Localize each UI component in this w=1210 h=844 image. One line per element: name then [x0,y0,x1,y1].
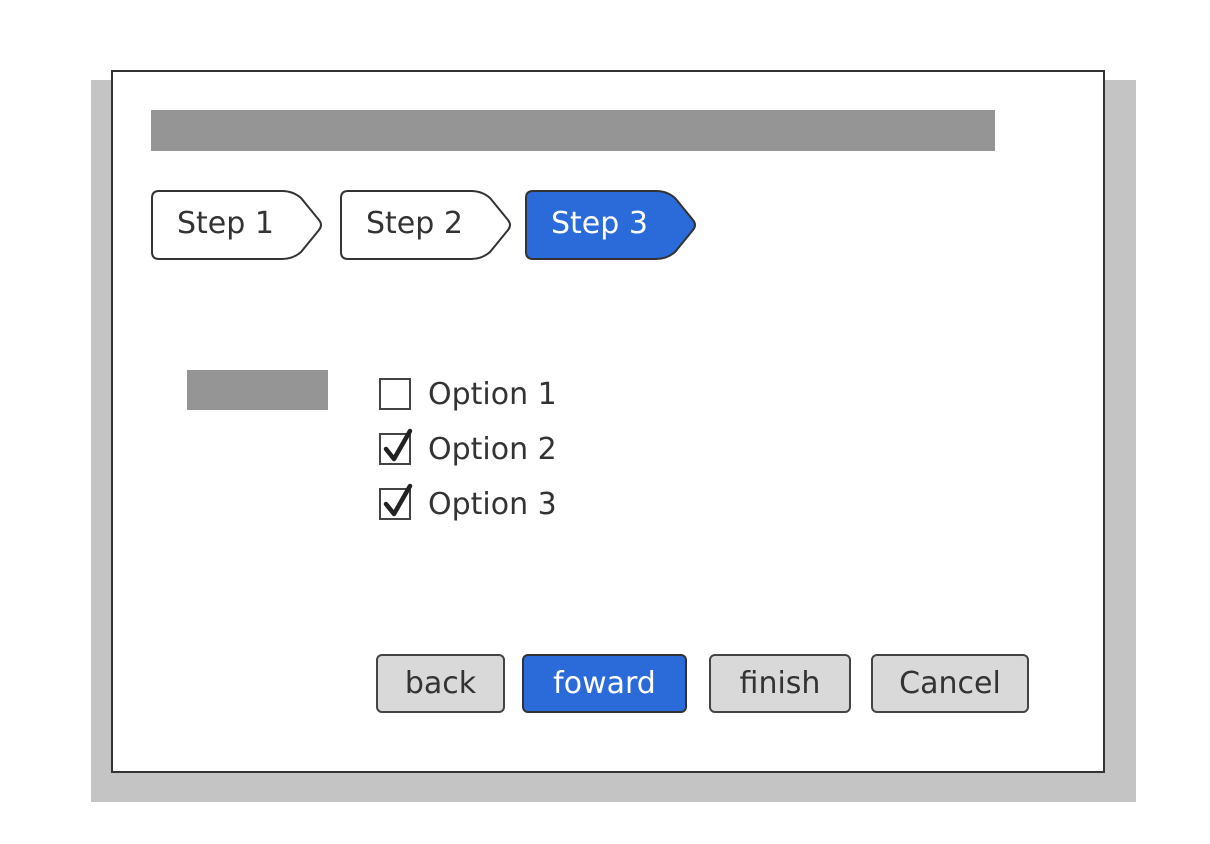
back-button[interactable]: back [376,654,505,713]
title-placeholder [151,110,995,151]
option-3[interactable]: Option 3 [379,483,557,522]
option-3-checkbox[interactable] [379,483,413,520]
forward-button[interactable]: foward [522,654,687,713]
option-1-label: Option 1 [428,376,557,412]
finish-button[interactable]: finish [709,654,851,713]
step-2-label: Step 2 [366,206,463,241]
option-1-checkbox[interactable] [379,378,411,410]
option-3-label: Option 3 [428,486,557,522]
field-label-placeholder [187,370,328,410]
step-1-label: Step 1 [177,206,274,241]
step-3-label: Step 3 [551,206,648,241]
step-3[interactable]: Step 3 [525,190,699,260]
checkmark-icon [383,483,413,517]
cancel-button[interactable]: Cancel [871,654,1029,713]
option-2-checkbox[interactable] [379,428,413,465]
option-1[interactable]: Option 1 [379,376,557,412]
option-2-label: Option 2 [428,431,557,467]
checkmark-icon [383,428,413,462]
step-1[interactable]: Step 1 [151,190,325,260]
step-2[interactable]: Step 2 [340,190,514,260]
option-2[interactable]: Option 2 [379,428,557,467]
